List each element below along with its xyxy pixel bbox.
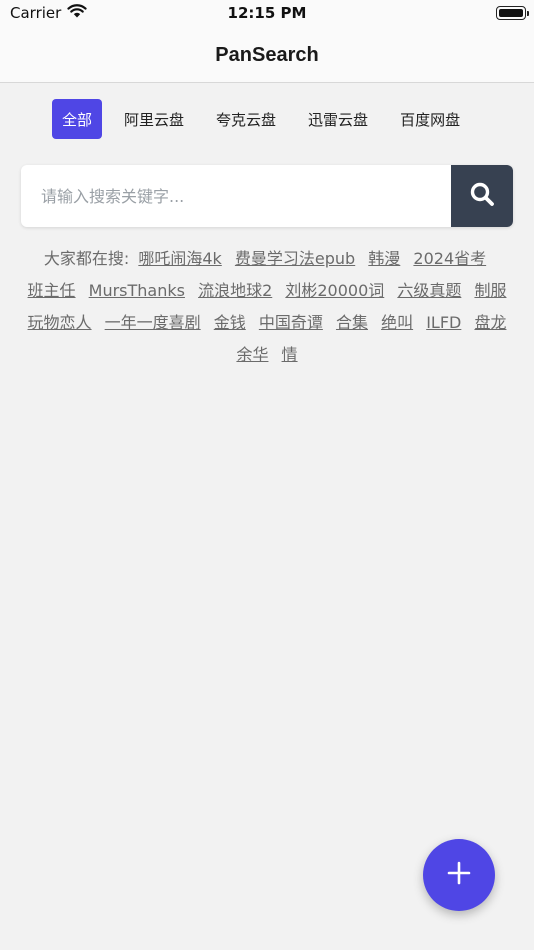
status-bar: Carrier 12:15 PM: [0, 0, 534, 28]
hot-term[interactable]: 一年一度喜剧: [105, 313, 201, 332]
hot-searches-label: 大家都在搜:: [43, 249, 130, 268]
tab-baidu[interactable]: 百度网盘: [390, 99, 470, 139]
status-time: 12:15 PM: [227, 4, 307, 22]
hot-term[interactable]: 情: [282, 345, 298, 364]
hot-term[interactable]: 合集: [336, 313, 368, 332]
search-box: [21, 165, 513, 227]
hot-term[interactable]: 金钱: [214, 313, 246, 332]
tab-all[interactable]: 全部: [52, 99, 103, 139]
hot-term[interactable]: 盘龙: [474, 313, 506, 332]
plus-icon: [447, 861, 471, 889]
hot-term[interactable]: 绝叫: [381, 313, 413, 332]
tab-xunlei[interactable]: 迅雷云盘: [298, 99, 378, 139]
hot-term[interactable]: 哪吒闹海4k: [138, 249, 221, 268]
hot-term[interactable]: 班主任: [28, 281, 76, 300]
add-button[interactable]: [423, 839, 495, 911]
hot-term[interactable]: 六级真题: [397, 281, 461, 300]
hot-term[interactable]: 中国奇谭: [259, 313, 323, 332]
hot-term[interactable]: 刘彬20000词: [285, 281, 384, 300]
source-tabs: 全部 阿里云盘 夸克云盘 迅雷云盘 百度网盘: [52, 99, 470, 139]
hot-term[interactable]: 制服: [474, 281, 506, 300]
search-button[interactable]: [451, 165, 513, 227]
hot-term[interactable]: MursThanks: [89, 281, 185, 300]
tab-quark[interactable]: 夸克云盘: [206, 99, 286, 139]
page-title: PanSearch: [215, 43, 319, 66]
hot-term[interactable]: 余华: [236, 345, 268, 364]
search-input[interactable]: [21, 165, 451, 227]
nav-bar: PanSearch: [0, 28, 534, 83]
search-icon: [469, 181, 495, 211]
tab-aliyun[interactable]: 阿里云盘: [114, 99, 194, 139]
hot-term[interactable]: ILFD: [426, 313, 461, 332]
hot-term[interactable]: 流浪地球2: [198, 281, 272, 300]
hot-term[interactable]: 2024省考: [413, 249, 486, 268]
battery-icon: [496, 6, 529, 20]
hot-term[interactable]: 玩物恋人: [28, 313, 92, 332]
hot-searches: 大家都在搜: 哪吒闹海4k 费曼学习法epub 韩漫 2024省考 班主任 Mu…: [20, 243, 514, 371]
hot-term[interactable]: 韩漫: [368, 249, 400, 268]
hot-term[interactable]: 费曼学习法epub: [235, 249, 355, 268]
